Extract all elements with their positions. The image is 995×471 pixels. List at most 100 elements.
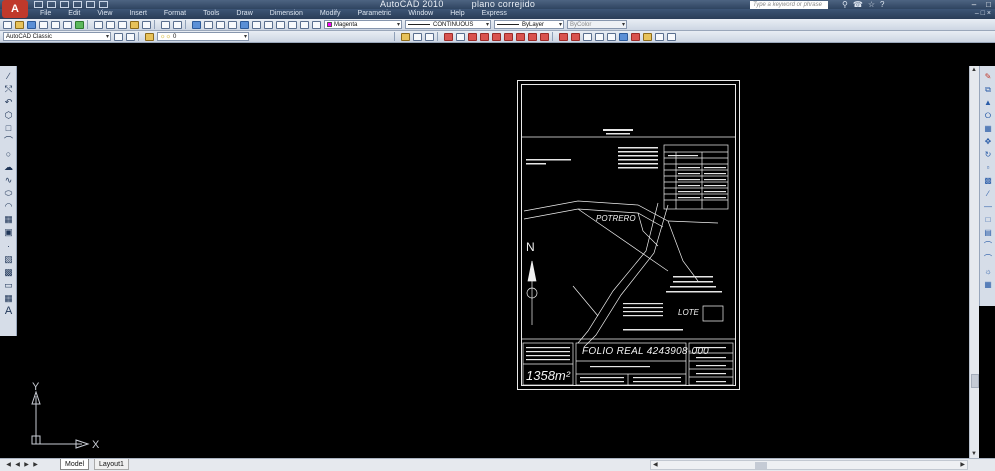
make-current-icon[interactable] [401, 32, 410, 41]
vertical-scrollbar[interactable]: ▲ ▼ [969, 66, 979, 458]
new-icon[interactable] [34, 1, 43, 8]
move-icon[interactable]: ✥ [983, 137, 993, 146]
ellipse-icon[interactable]: ⬭ [4, 189, 13, 198]
workspace-dropdown[interactable]: AutoCAD Classic ▾ [3, 32, 111, 41]
menu-draw[interactable]: Draw [236, 9, 252, 19]
scroll-down-icon[interactable]: ▼ [971, 451, 977, 457]
region-icon[interactable]: ▭ [4, 281, 13, 290]
open-icon[interactable] [47, 1, 56, 8]
lineweight-dropdown[interactable]: ByLayer ▾ [494, 20, 564, 29]
vertical-scroll-thumb[interactable] [971, 374, 979, 388]
menu-window[interactable]: Window [408, 9, 433, 19]
layer-states-icon[interactable] [425, 32, 434, 41]
menu-dimension[interactable]: Dimension [270, 9, 303, 19]
publish-icon[interactable] [63, 20, 72, 29]
join-icon[interactable]: ▤ [983, 228, 993, 237]
spline-icon[interactable]: ∿ [4, 176, 13, 185]
block-editor-icon[interactable] [142, 20, 151, 29]
next-tab-icon[interactable]: ▶ [23, 461, 30, 468]
arc-icon[interactable]: ⌒ [4, 137, 13, 146]
menu-file[interactable]: File [40, 9, 51, 19]
point-icon[interactable]: · [4, 242, 13, 251]
3d-dwf-icon[interactable] [75, 20, 84, 29]
scroll-up-icon[interactable]: ▲ [971, 67, 977, 73]
ellipse-arc-icon[interactable]: ◠ [4, 202, 13, 211]
communication-icon[interactable]: ☎ [853, 0, 863, 9]
polygon-icon[interactable] [480, 32, 489, 41]
trim-icon[interactable]: ∕ [983, 189, 993, 198]
menu-tools[interactable]: Tools [203, 9, 219, 19]
plot-icon[interactable] [99, 1, 108, 8]
paste-icon[interactable] [118, 20, 127, 29]
search-icon[interactable]: ⚲ [842, 0, 848, 9]
menu-modify[interactable]: Modify [320, 9, 341, 19]
plot-preview-icon[interactable] [51, 20, 60, 29]
ellipse-icon[interactable] [559, 32, 568, 41]
maximize-icon[interactable]: □ [986, 0, 991, 9]
construction-line-icon[interactable]: ⤲ [4, 85, 13, 94]
application-menu-button[interactable]: A [2, 0, 28, 18]
menu-parametric[interactable]: Parametric [357, 9, 391, 19]
rectangle-icon[interactable] [492, 32, 501, 41]
multiline-text-icon[interactable]: A [4, 306, 13, 317]
search-input[interactable]: Type a keyword or phrase [750, 1, 828, 9]
layer-properties-icon[interactable] [145, 32, 154, 41]
menu-edit[interactable]: Edit [68, 9, 80, 19]
qnew-icon[interactable] [3, 20, 12, 29]
rectangle-icon[interactable]: □ [4, 124, 13, 133]
make-block-icon[interactable] [595, 32, 604, 41]
polyline-icon[interactable] [468, 32, 477, 41]
menu-view[interactable]: View [97, 9, 112, 19]
tool-palettes-icon[interactable] [264, 20, 273, 29]
stretch-icon[interactable]: ▩ [983, 176, 993, 185]
properties-icon[interactable]: ▦ [983, 280, 993, 289]
region-icon[interactable] [643, 32, 652, 41]
array-icon[interactable]: ▦ [983, 124, 993, 133]
undo-icon[interactable] [73, 1, 82, 8]
scroll-right-icon[interactable]: ▶ [960, 461, 965, 468]
menu-insert[interactable]: Insert [129, 9, 147, 19]
erase-icon[interactable]: ✎ [983, 72, 993, 81]
document-window-controls[interactable]: – □ × [975, 9, 991, 19]
previous-tab-icon[interactable]: ◀ [14, 461, 21, 468]
circle-icon[interactable] [516, 32, 525, 41]
design-center-icon[interactable] [252, 20, 261, 29]
redo-icon[interactable] [86, 1, 95, 8]
copy-icon[interactable] [106, 20, 115, 29]
open-file-icon[interactable] [15, 20, 24, 29]
revcloud-icon[interactable] [528, 32, 537, 41]
multiline-text-icon[interactable] [667, 32, 676, 41]
help-icon[interactable]: ? [880, 0, 884, 9]
drawing-sheet[interactable]: POTRERO N LOTE FOLIO REAL 4243908-000 13… [517, 80, 740, 390]
tab-model[interactable]: Model [60, 459, 90, 470]
rotate-icon[interactable]: ↻ [983, 150, 993, 159]
point-icon[interactable] [607, 32, 616, 41]
revcloud-icon[interactable]: ☁ [4, 163, 13, 172]
copy-object-icon[interactable]: ⧉ [983, 85, 993, 94]
polyline-icon[interactable]: ↶ [4, 98, 13, 107]
circle-icon[interactable]: ○ [4, 150, 13, 159]
save-file-icon[interactable] [27, 20, 36, 29]
help-icon[interactable] [312, 20, 321, 29]
favorites-icon[interactable]: ☆ [868, 0, 875, 9]
gradient-icon[interactable] [631, 32, 640, 41]
horizontal-scrollbar[interactable]: ◀ ▶ [650, 460, 968, 470]
first-tab-icon[interactable]: ◀ [5, 461, 12, 468]
layer-previous-icon[interactable] [413, 32, 422, 41]
pan-icon[interactable] [192, 20, 201, 29]
arc-icon[interactable] [504, 32, 513, 41]
menu-help[interactable]: Help [450, 9, 464, 19]
menu-format[interactable]: Format [164, 9, 186, 19]
fillet-icon[interactable]: ⌒ [983, 254, 993, 263]
workspace-icon[interactable] [126, 32, 135, 41]
match-properties-icon[interactable] [130, 20, 139, 29]
sheet-set-icon[interactable] [276, 20, 285, 29]
hatch-icon[interactable] [619, 32, 628, 41]
properties-icon[interactable] [240, 20, 249, 29]
plot-icon[interactable] [39, 20, 48, 29]
redo-icon[interactable] [173, 20, 182, 29]
spline-icon[interactable] [540, 32, 549, 41]
linetype-dropdown[interactable]: CONTINUOUS ▾ [405, 20, 491, 29]
plotstyle-dropdown[interactable]: ByColor ▾ [567, 20, 627, 29]
explode-icon[interactable]: ☼ [983, 267, 993, 276]
